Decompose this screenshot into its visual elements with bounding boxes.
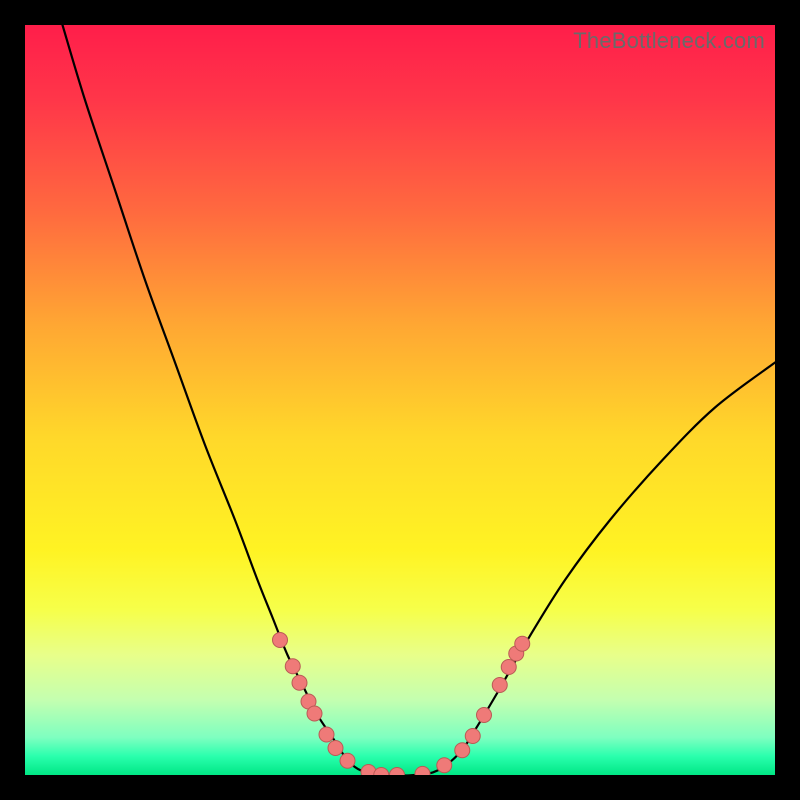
highlight-dot: [437, 758, 452, 773]
highlight-dot: [465, 729, 480, 744]
highlight-dot: [374, 768, 389, 776]
highlight-dot: [515, 636, 530, 651]
highlight-dot: [455, 743, 470, 758]
highlight-dot: [477, 708, 492, 723]
outer-frame: TheBottleneck.com: [0, 0, 800, 800]
watermark-text: TheBottleneck.com: [573, 28, 765, 54]
highlight-dot: [415, 766, 430, 775]
bottleneck-curve: [63, 25, 776, 775]
highlight-dot: [319, 727, 334, 742]
highlight-dot: [492, 678, 507, 693]
highlight-dot: [307, 706, 322, 721]
highlight-dot: [501, 660, 516, 675]
highlight-dot: [340, 753, 355, 768]
chart-svg: [25, 25, 775, 775]
highlight-dot: [390, 768, 405, 776]
highlight-dot: [273, 633, 288, 648]
highlight-dot: [292, 675, 307, 690]
highlight-dot: [328, 741, 343, 756]
highlight-dot: [285, 659, 300, 674]
plot-area: TheBottleneck.com: [25, 25, 775, 775]
